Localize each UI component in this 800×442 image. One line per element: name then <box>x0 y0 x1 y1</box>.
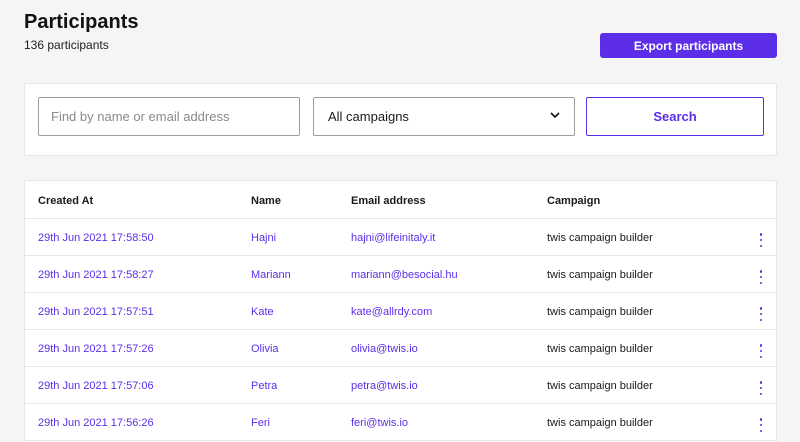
row-name[interactable]: Kate <box>251 306 274 318</box>
table-row: 29th Jun 2021 17:57:51 Kate kate@allrdy.… <box>25 293 776 330</box>
row-email[interactable]: olivia@twis.io <box>351 343 418 355</box>
row-name[interactable]: Mariann <box>251 269 291 281</box>
row-email[interactable]: hajni@lifeinitaly.it <box>351 232 435 244</box>
row-email[interactable]: feri@twis.io <box>351 417 408 429</box>
more-vertical-icon[interactable] <box>757 307 765 321</box>
row-created-at[interactable]: 29th Jun 2021 17:56:26 <box>38 417 154 429</box>
row-name[interactable]: Hajni <box>251 232 276 244</box>
table-row: 29th Jun 2021 17:56:26 Feri feri@twis.io… <box>25 404 776 441</box>
row-created-at[interactable]: 29th Jun 2021 17:57:51 <box>38 306 154 318</box>
search-button[interactable]: Search <box>586 97 764 136</box>
row-campaign: twis campaign builder <box>547 417 653 429</box>
row-campaign: twis campaign builder <box>547 269 653 281</box>
campaign-select-value: All campaigns <box>328 109 409 124</box>
more-vertical-icon[interactable] <box>757 418 765 432</box>
export-participants-button[interactable]: Export participants <box>600 33 777 58</box>
row-email[interactable]: kate@allrdy.com <box>351 306 432 318</box>
more-vertical-icon[interactable] <box>757 381 765 395</box>
row-created-at[interactable]: 29th Jun 2021 17:57:06 <box>38 380 154 392</box>
table-header: Created At Name Email address Campaign <box>25 181 776 219</box>
participants-page: Participants 136 participants Export par… <box>0 0 800 442</box>
row-name[interactable]: Feri <box>251 417 270 429</box>
table-row: 29th Jun 2021 17:57:06 Petra petra@twis.… <box>25 367 776 404</box>
participant-count: 136 participants <box>24 38 109 52</box>
row-campaign: twis campaign builder <box>547 343 653 355</box>
column-header-created-at[interactable]: Created At <box>38 195 93 207</box>
column-header-campaign[interactable]: Campaign <box>547 195 600 207</box>
table-row: 29th Jun 2021 17:57:26 Olivia olivia@twi… <box>25 330 776 367</box>
row-email[interactable]: mariann@besocial.hu <box>351 269 458 281</box>
row-name[interactable]: Olivia <box>251 343 279 355</box>
more-vertical-icon[interactable] <box>757 233 765 247</box>
table-row: 29th Jun 2021 17:58:27 Mariann mariann@b… <box>25 256 776 293</box>
page-title: Participants <box>24 11 139 33</box>
row-campaign: twis campaign builder <box>547 380 653 392</box>
filter-bar: All campaigns Search <box>24 83 777 156</box>
campaign-select[interactable]: All campaigns <box>313 97 575 136</box>
more-vertical-icon[interactable] <box>757 344 765 358</box>
search-input[interactable] <box>38 97 300 136</box>
table-row: 29th Jun 2021 17:58:50 Hajni hajni@lifei… <box>25 219 776 256</box>
row-created-at[interactable]: 29th Jun 2021 17:57:26 <box>38 343 154 355</box>
more-vertical-icon[interactable] <box>757 270 765 284</box>
row-created-at[interactable]: 29th Jun 2021 17:58:50 <box>38 232 154 244</box>
row-email[interactable]: petra@twis.io <box>351 380 418 392</box>
row-campaign: twis campaign builder <box>547 306 653 318</box>
column-header-email[interactable]: Email address <box>351 195 426 207</box>
row-created-at[interactable]: 29th Jun 2021 17:58:27 <box>38 269 154 281</box>
row-name[interactable]: Petra <box>251 380 277 392</box>
participants-table: Created At Name Email address Campaign 2… <box>24 180 777 442</box>
chevron-down-icon <box>550 111 560 122</box>
column-header-name[interactable]: Name <box>251 195 281 207</box>
row-campaign: twis campaign builder <box>547 232 653 244</box>
